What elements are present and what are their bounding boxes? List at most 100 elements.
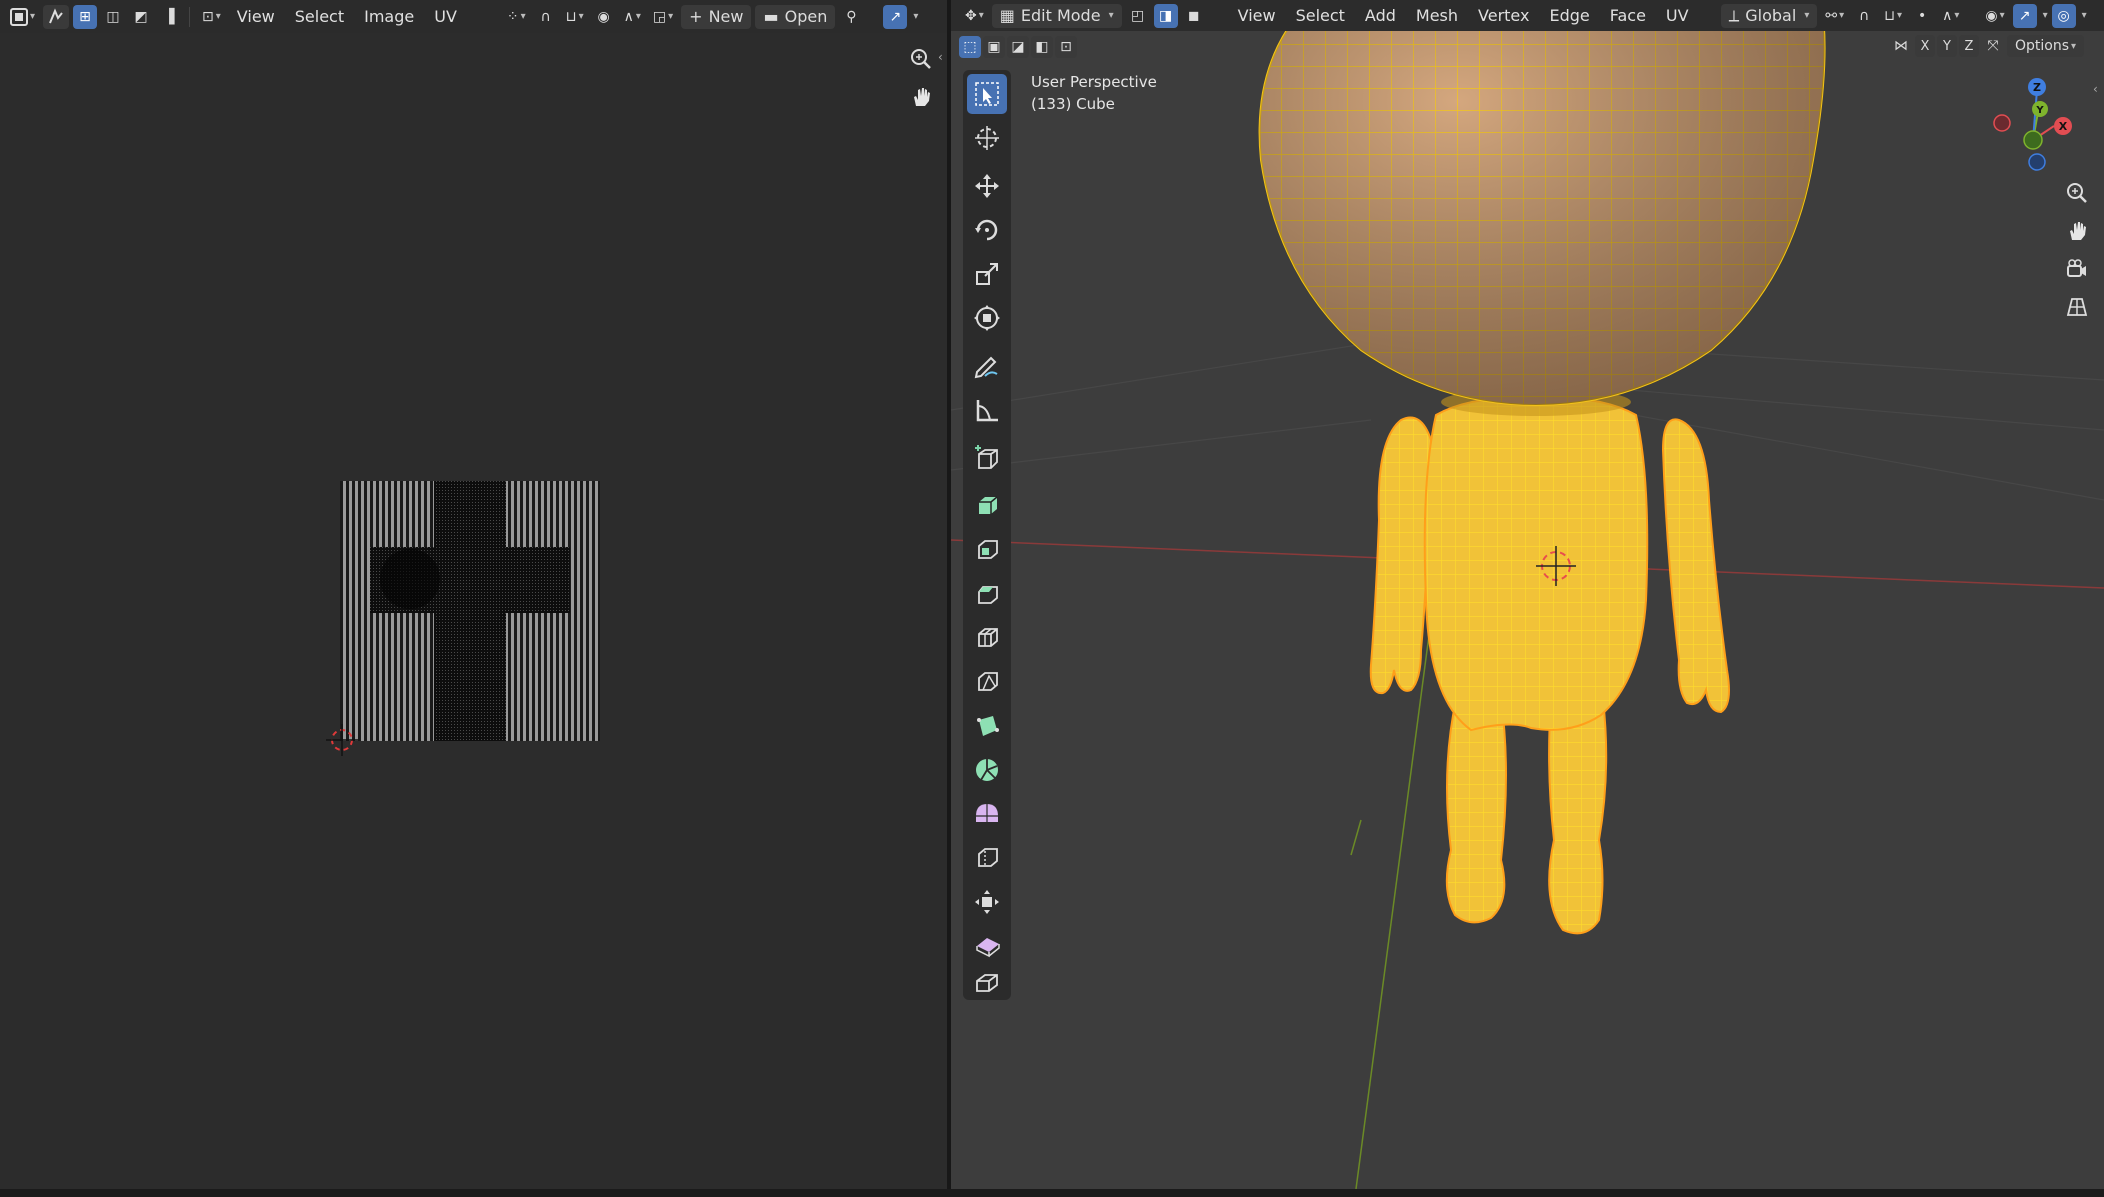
uv-vertex-select-icon[interactable]: ⊞: [73, 4, 98, 29]
plus-icon: +: [689, 7, 703, 26]
uv-zoom-icon[interactable]: [904, 42, 938, 76]
move-tool-icon[interactable]: [967, 166, 1007, 206]
edge-select-mode-icon[interactable]: ◨: [1153, 3, 1178, 28]
knife-tool-icon[interactable]: [967, 662, 1007, 702]
uv-menu-view[interactable]: View: [229, 4, 283, 30]
viewport-menu-face[interactable]: Face: [1602, 3, 1654, 29]
rotate-tool-icon[interactable]: [967, 210, 1007, 250]
pivot-point-icon[interactable]: ⚯ ▾: [1821, 4, 1848, 28]
mirror-x-toggle[interactable]: X: [1915, 35, 1935, 57]
viewport-menu-uv[interactable]: UV: [1658, 3, 1697, 29]
uv-sync-selection-icon[interactable]: [43, 4, 70, 29]
select-intersect-icon[interactable]: ⊡: [1055, 36, 1077, 58]
uv-menu-uv[interactable]: UV: [426, 4, 465, 30]
mode-dropdown[interactable]: ▦ Edit Mode ▾: [991, 3, 1122, 28]
uv-2d-cursor[interactable]: [326, 724, 358, 756]
uv-gizmo-dropdown-icon[interactable]: ▾: [913, 11, 918, 22]
viewport-menu-edge[interactable]: Edge: [1541, 3, 1597, 29]
select-invert-icon[interactable]: ◧: [1031, 36, 1053, 58]
viewport-pan-hand-icon[interactable]: [2060, 214, 2094, 248]
uv-menu-select[interactable]: Select: [287, 4, 352, 30]
edit-mode-icon: ▦: [999, 6, 1015, 25]
uv-falloff-icon[interactable]: ∧ ▾: [620, 5, 645, 29]
poly-build-tool-icon[interactable]: [967, 706, 1007, 746]
vertex-select-mode-icon[interactable]: ◰: [1126, 4, 1150, 28]
camera-view-icon[interactable]: [2060, 252, 2094, 286]
uv-edge-select-icon[interactable]: ◫: [101, 5, 125, 29]
mirror-icon[interactable]: ⋈: [1889, 35, 1913, 57]
snap-target-icon[interactable]: ⊔ ▾: [1880, 4, 1906, 28]
overlay-toggle-icon[interactable]: ◎: [2051, 3, 2076, 28]
spin-tool-icon[interactable]: [967, 750, 1007, 790]
uv-snap-target-icon[interactable]: ⊔ ▾: [562, 5, 588, 29]
auto-merge-icon[interactable]: ⤧: [1981, 35, 2005, 57]
viewport-zoom-icon[interactable]: [2060, 176, 2094, 210]
viewport-menu-add[interactable]: Add: [1357, 3, 1404, 29]
uv-pan-hand-icon[interactable]: [904, 80, 938, 114]
overlay-dropdown-icon[interactable]: ▾: [2082, 10, 2087, 21]
add-cube-tool-icon[interactable]: [967, 438, 1007, 478]
gizmo-neg-x-icon[interactable]: [1993, 114, 2011, 132]
pin-icon[interactable]: ⚲: [839, 5, 863, 29]
uv-island-select-icon[interactable]: ▐: [157, 5, 181, 29]
shrink-fatten-tool-icon[interactable]: [967, 882, 1007, 922]
gizmo-dropdown-icon[interactable]: ▾: [2043, 10, 2048, 21]
gizmo-neg-z-icon[interactable]: [2028, 153, 2046, 171]
viewport-sidebar-toggle-icon[interactable]: ‹: [2093, 82, 2098, 96]
uv-menu-image[interactable]: Image: [356, 4, 422, 30]
character-mesh[interactable]: [1258, 0, 1826, 935]
mirror-y-toggle[interactable]: Y: [1937, 35, 1957, 57]
uv-pivot-icon[interactable]: ⁘ ▾: [503, 5, 530, 29]
rip-region-tool-icon[interactable]: [967, 970, 1007, 996]
viewport-menu-select[interactable]: Select: [1288, 3, 1353, 29]
inset-faces-tool-icon[interactable]: [967, 530, 1007, 570]
uv-image-type-icon[interactable]: ◲ ▾: [649, 5, 677, 29]
smooth-tool-icon[interactable]: [967, 794, 1007, 834]
new-image-label: New: [708, 7, 744, 26]
edge-slide-tool-icon[interactable]: [967, 838, 1007, 878]
uv-sidebar-toggle-icon[interactable]: ‹: [938, 50, 943, 64]
extrude-region-tool-icon[interactable]: [967, 486, 1007, 526]
gizmo-toggle-icon[interactable]: ↗: [2012, 3, 2037, 28]
bevel-tool-icon[interactable]: [967, 574, 1007, 614]
navigation-gizmo[interactable]: X Y Z: [1981, 72, 2081, 172]
select-mode-group: ⬚ ▣ ◪ ◧ ⊡: [959, 36, 1077, 58]
uv-proportional-edit-icon[interactable]: ◉: [592, 5, 616, 29]
y-axis-line: [1355, 619, 1432, 1189]
uv-editor-area[interactable]: ‹: [0, 0, 947, 1189]
proportional-edit-icon[interactable]: •: [1910, 4, 1934, 28]
viewport-menu-view[interactable]: View: [1230, 3, 1284, 29]
viewport-editor-type-icon[interactable]: ✥ ▾: [961, 4, 988, 28]
visibility-eye-icon[interactable]: ◉ ▾: [1981, 4, 2008, 28]
uv-snap-magnet-icon[interactable]: ∩: [534, 5, 558, 29]
shear-tool-icon[interactable]: [967, 926, 1007, 966]
mirror-z-toggle[interactable]: Z: [1959, 35, 1979, 57]
3d-viewport-area[interactable]: User Perspective (133) Cube X Y Z ‹ ⬚ ▣ …: [951, 0, 2104, 1189]
viewport-menu-mesh[interactable]: Mesh: [1408, 3, 1466, 29]
viewport-menu-vertex[interactable]: Vertex: [1470, 3, 1537, 29]
proportional-falloff-icon[interactable]: ∧ ▾: [1938, 4, 1963, 28]
select-new-icon[interactable]: ⬚: [959, 36, 981, 58]
perspective-toggle-icon[interactable]: [2060, 290, 2094, 324]
loop-cut-tool-icon[interactable]: [967, 618, 1007, 658]
scale-tool-icon[interactable]: [967, 254, 1007, 294]
face-select-mode-icon[interactable]: ◼: [1182, 4, 1206, 28]
uv-sticky-select-icon[interactable]: ⊡ ▾: [198, 5, 225, 29]
measure-tool-icon[interactable]: [967, 390, 1007, 430]
gizmo-neg-y-icon[interactable]: [2023, 130, 2043, 150]
mode-label: Edit Mode: [1020, 6, 1101, 25]
annotate-tool-icon[interactable]: [967, 346, 1007, 386]
new-image-button[interactable]: + New: [681, 4, 752, 29]
select-box-tool-icon[interactable]: [967, 74, 1007, 114]
uv-gizmo-toggle-icon[interactable]: ↗: [883, 4, 908, 29]
select-subtract-icon[interactable]: ◪: [1007, 36, 1029, 58]
snap-magnet-icon[interactable]: ∩: [1852, 4, 1876, 28]
options-dropdown[interactable]: Options ▾: [2007, 35, 2085, 57]
select-extend-icon[interactable]: ▣: [983, 36, 1005, 58]
cursor-tool-icon[interactable]: [967, 118, 1007, 158]
open-image-button[interactable]: ▬ Open: [755, 4, 836, 29]
uv-face-select-icon[interactable]: ◩: [129, 5, 153, 29]
editor-type-icon[interactable]: ▾: [6, 5, 39, 29]
transform-tool-icon[interactable]: [967, 298, 1007, 338]
transform-orientation-dropdown[interactable]: ⟂ Global ▾: [1720, 3, 1818, 28]
